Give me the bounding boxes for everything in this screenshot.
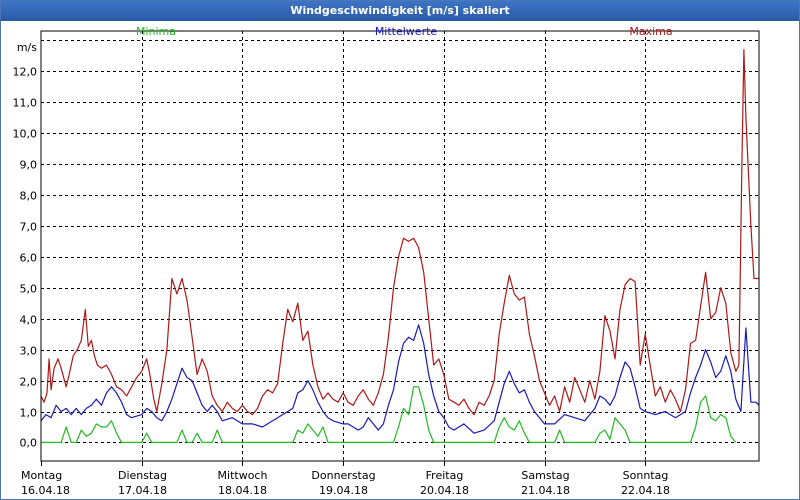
x-tick-day: Freitag [426, 469, 464, 482]
y-tick-label: 5,0 [20, 283, 38, 296]
x-tick-day: Montag [21, 469, 62, 482]
series-layer [40, 49, 760, 443]
grid [41, 31, 759, 461]
x-tick-day: Dienstag [118, 469, 167, 482]
x-tick-date: 16.04.18 [21, 484, 70, 497]
labels: 0,0 1,0 2,0 3,0 4,0 5,0 6,0 7,0 8,0 9,0 10,0 11,0 12… [13, 25, 673, 497]
y-tick-label: 6,0 [20, 252, 38, 265]
x-tick-date: 18.04.18 [218, 484, 267, 497]
y-tick-label: 9,0 [20, 159, 38, 172]
x-tick-date: 19.04.18 [319, 484, 368, 497]
legend-mittelwerte: Mittelwerte [375, 25, 438, 38]
y-tick-label: 7,0 [20, 221, 38, 234]
series-mittelwerte [40, 324, 760, 434]
y-tick-label: 0,0 [20, 437, 38, 450]
y-tick-label: 10,0 [13, 128, 38, 141]
x-tick-date: 20.04.18 [420, 484, 469, 497]
x-tick-date: 22.04.18 [621, 484, 670, 497]
plot-frame [40, 30, 760, 462]
x-tick-day: Mittwoch [218, 469, 268, 482]
y-tick-label: 4,0 [20, 314, 38, 327]
x-tick-date: 17.04.18 [118, 484, 167, 497]
y-tick-label: 3,0 [20, 345, 38, 358]
legend-maxima: Maxima [629, 25, 672, 38]
window-title: Windgeschwindigkeit [m/s] skaliert [1, 1, 799, 21]
y-tick-label: 2,0 [20, 376, 38, 389]
axes [40, 30, 760, 466]
x-tick-date: 21.04.18 [521, 484, 570, 497]
x-tick-day: Donnerstag [311, 469, 375, 482]
series-minima [41, 386, 737, 443]
x-tick-day: Samstag [521, 469, 569, 482]
y-tick-label: 8,0 [20, 190, 38, 203]
y-tick-label: 1,0 [20, 407, 38, 420]
wind-speed-chart: 0,0 1,0 2,0 3,0 4,0 5,0 6,0 7,0 8,0 9,0 10,0 11,0 12… [13, 25, 760, 497]
y-tick-label: 11,0 [13, 97, 38, 110]
y-tick-label: 12,0 [13, 66, 38, 79]
series-maxima [40, 49, 759, 416]
x-tick-day: Sonntag [623, 469, 669, 482]
legend-minima: Minima [136, 25, 176, 38]
y-axis-label: m/s [17, 41, 37, 54]
chart-window: Windgeschwindigkeit [m/s] skaliert 0,0 1,… [0, 0, 800, 500]
